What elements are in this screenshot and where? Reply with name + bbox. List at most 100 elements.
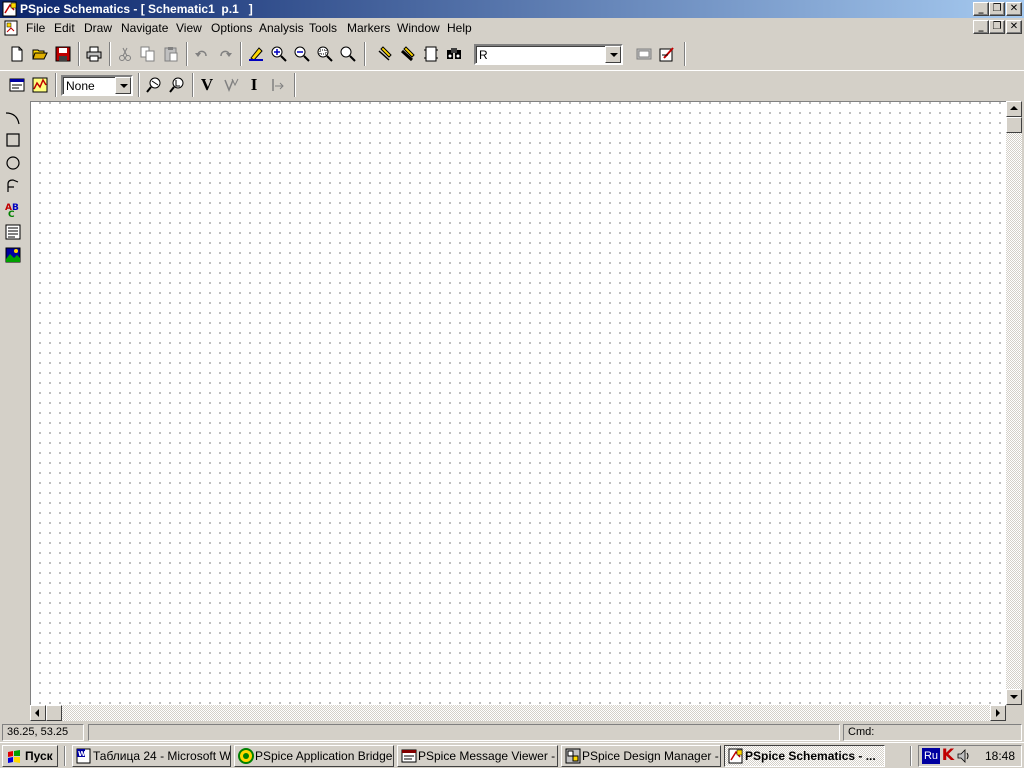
draw-box-icon[interactable] [3, 130, 24, 151]
toolbar-separator [186, 42, 188, 66]
scroll-down-icon[interactable] [1006, 689, 1022, 705]
toolbar-separator [684, 42, 686, 66]
edit-attributes-icon[interactable] [633, 43, 655, 65]
zoom-area-icon[interactable] [314, 43, 336, 65]
language-indicator[interactable]: Ru [922, 748, 940, 764]
clock: 18:48 [985, 749, 1016, 763]
taskbar-separator [64, 746, 66, 766]
schematic-canvas[interactable] [30, 101, 1006, 705]
menu-view[interactable]: View [176, 21, 202, 35]
power-marker-icon[interactable] [266, 74, 288, 96]
display-results-combo-value: None [66, 79, 95, 93]
menu-navigate[interactable]: Navigate [121, 21, 168, 35]
menu-tools[interactable]: Tools [309, 21, 337, 35]
scroll-left-icon[interactable] [30, 705, 46, 721]
redraw-pencil-icon[interactable] [245, 43, 267, 65]
horizontal-scroll-thumb[interactable] [46, 705, 62, 721]
menu-file[interactable]: File [26, 21, 45, 35]
redo-icon[interactable] [214, 43, 236, 65]
task-label: PSpice Message Viewer - [... [418, 749, 558, 763]
menu-markers[interactable]: Markers [347, 21, 390, 35]
chevron-down-icon[interactable] [115, 77, 131, 94]
windows-taskbar: Пуск W Таблица 24 - Microsoft W... PSpic… [0, 742, 1024, 768]
doc-close-icon[interactable]: ✕ [1006, 20, 1022, 34]
analysis-toolbar: None V I [0, 70, 1024, 100]
task-design-manager[interactable]: PSpice Design Manager - [... [561, 745, 721, 767]
zoom-out-icon[interactable] [291, 43, 313, 65]
toolbar-separator [364, 42, 366, 66]
task-application-bridge[interactable]: PSpice Application Bridge [234, 745, 394, 767]
vertical-scroll-thumb[interactable] [1006, 117, 1022, 133]
part-name-combo[interactable]: R [474, 44, 623, 65]
undo-icon[interactable] [191, 43, 213, 65]
schematics-app-icon [728, 748, 743, 764]
paste-clipboard-icon[interactable] [160, 43, 182, 65]
get-new-part-icon[interactable] [443, 43, 465, 65]
volume-icon[interactable] [957, 748, 971, 764]
save-disk-icon[interactable] [52, 43, 74, 65]
zoom-in-icon[interactable] [268, 43, 290, 65]
task-label: PSpice Schematics - ... [745, 749, 876, 763]
display-results-combo[interactable]: None [61, 75, 133, 96]
main-toolbar: R [0, 39, 1024, 69]
menu-window[interactable]: Window [397, 21, 440, 35]
open-folder-icon[interactable] [29, 43, 51, 65]
setup-analysis-icon[interactable] [6, 74, 28, 96]
current-marker-button[interactable]: I [243, 74, 265, 96]
document-system-menu-icon[interactable] [3, 20, 19, 36]
voltage-diff-marker-icon[interactable] [220, 74, 242, 96]
svg-text:W: W [78, 750, 86, 758]
place-text-box-icon[interactable] [3, 222, 24, 243]
task-label: PSpice Design Manager - [... [582, 749, 721, 763]
place-text-icon[interactable]: ABC [3, 199, 24, 220]
menu-options[interactable]: Options [211, 21, 252, 35]
zoom-fit-icon[interactable] [337, 43, 359, 65]
task-schematics-active[interactable]: PSpice Schematics - ... [724, 745, 885, 767]
minimize-icon[interactable]: _ [973, 2, 989, 16]
start-label: Пуск [25, 749, 53, 763]
window-title-bar[interactable]: PSpice Schematics - [ Schematic1 p.1 ] _… [0, 0, 1024, 18]
restore-icon[interactable]: ❐ [989, 2, 1005, 16]
vertical-scrollbar[interactable] [1006, 101, 1022, 705]
doc-restore-icon[interactable]: ❐ [989, 20, 1005, 34]
scroll-right-icon[interactable] [990, 705, 1006, 721]
scroll-up-icon[interactable] [1006, 101, 1022, 117]
tray-app-icon[interactable]: K [941, 746, 955, 764]
new-file-icon[interactable] [6, 43, 28, 65]
draw-bus-icon[interactable] [397, 43, 419, 65]
draw-arc-icon[interactable] [3, 107, 24, 128]
draw-polyline-icon[interactable] [3, 176, 24, 197]
close-icon[interactable]: ✕ [1006, 2, 1022, 16]
edit-symbol-icon[interactable] [656, 43, 678, 65]
cursor-coordinates: 36.25, 53.25 [2, 724, 84, 741]
simulate-icon[interactable] [29, 74, 51, 96]
copy-icon[interactable] [137, 43, 159, 65]
menu-bar: File Edit Draw Navigate View Options Ana… [0, 18, 1024, 38]
menu-analysis[interactable]: Analysis [259, 21, 304, 35]
draw-wire-icon[interactable] [374, 43, 396, 65]
enable-bias-display-icon[interactable] [143, 74, 165, 96]
start-button[interactable]: Пуск [2, 745, 58, 767]
system-tray: Ru K 18:48 [918, 745, 1022, 767]
drawing-toolbar: ABC [0, 103, 28, 273]
draw-block-icon[interactable] [420, 43, 442, 65]
cut-scissors-icon[interactable] [114, 43, 136, 65]
voltage-marker-button[interactable]: V [196, 74, 218, 96]
toolbar-separator [240, 42, 242, 66]
task-word-document[interactable]: W Таблица 24 - Microsoft W... [72, 745, 231, 767]
horizontal-scrollbar[interactable] [30, 705, 1006, 721]
menu-help[interactable]: Help [447, 21, 472, 35]
print-icon[interactable] [83, 43, 105, 65]
toolbar-separator [78, 42, 80, 66]
insert-picture-icon[interactable] [3, 245, 24, 266]
pspice-app-icon[interactable] [2, 1, 18, 17]
message-viewer-icon [401, 749, 417, 763]
menu-edit[interactable]: Edit [54, 21, 75, 35]
menu-draw[interactable]: Draw [84, 21, 112, 35]
show-bias-display-icon[interactable] [166, 74, 188, 96]
command-line[interactable]: Cmd: [843, 724, 1022, 741]
draw-circle-icon[interactable] [3, 153, 24, 174]
task-message-viewer[interactable]: PSpice Message Viewer - [... [397, 745, 558, 767]
doc-minimize-icon[interactable]: _ [973, 20, 989, 34]
chevron-down-icon[interactable] [605, 46, 621, 63]
